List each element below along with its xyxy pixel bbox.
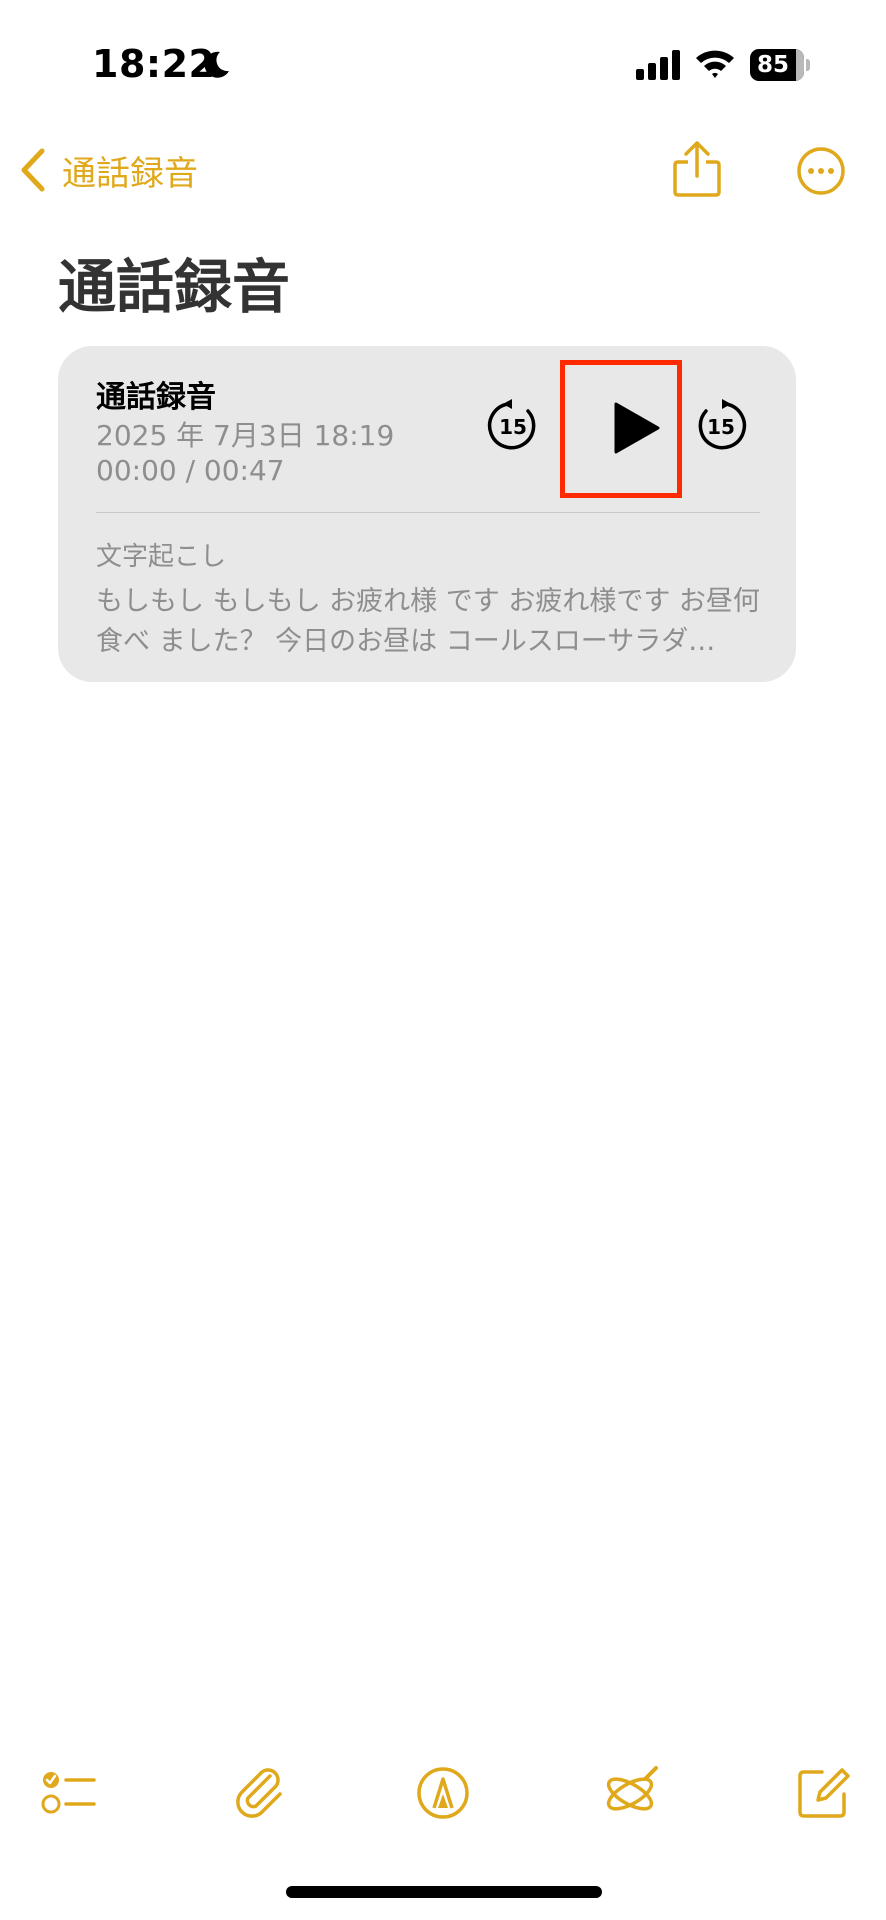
playback-time: 00:00 / 00:47	[96, 454, 285, 487]
more-options-icon[interactable]	[796, 146, 846, 196]
writing-tools-icon[interactable]	[602, 1764, 660, 1822]
battery-indicator: 85	[750, 49, 810, 81]
share-icon[interactable]	[672, 140, 722, 198]
compose-icon[interactable]	[794, 1764, 852, 1822]
status-time: 18:22	[92, 42, 216, 86]
skip-back-seconds: 15	[499, 415, 527, 439]
home-indicator[interactable]	[286, 1886, 602, 1898]
wifi-icon	[696, 50, 734, 78]
recording-date: 2025 年 7月3日 18:19	[96, 419, 395, 452]
skip-forward-15-icon[interactable]: 15	[694, 398, 748, 452]
transcript-preview: もしもし もしもし お疲れ様 です お疲れ様です お昼何食べ ました？ 今日のお…	[96, 586, 760, 657]
chevron-left-icon	[21, 148, 45, 192]
skip-back-15-icon[interactable]: 15	[486, 398, 540, 452]
markup-pen-icon[interactable]	[414, 1764, 472, 1822]
recording-title: 通話録音	[96, 380, 216, 415]
moon-icon	[204, 51, 229, 78]
card-divider	[96, 512, 760, 513]
paperclip-icon[interactable]	[232, 1764, 290, 1822]
skip-forward-seconds: 15	[707, 415, 735, 439]
battery-level: 85	[756, 52, 789, 78]
cellular-signal-icon	[636, 50, 680, 80]
notes-screen: 18:22 85 通話録音 通話録音 通話録音 2025 年 7月3日 18:1…	[0, 0, 886, 1920]
back-button[interactable]: 通話録音	[18, 140, 198, 200]
audio-recording-card[interactable]: 通話録音 2025 年 7月3日 18:19 00:00 / 00:47 15 …	[58, 346, 796, 682]
transcript-label: 文字起こし	[96, 542, 227, 572]
back-button-label: 通話録音	[62, 153, 198, 194]
note-title: 通話録音	[58, 253, 291, 321]
play-icon[interactable]	[592, 386, 676, 470]
checklist-icon[interactable]	[40, 1764, 98, 1822]
